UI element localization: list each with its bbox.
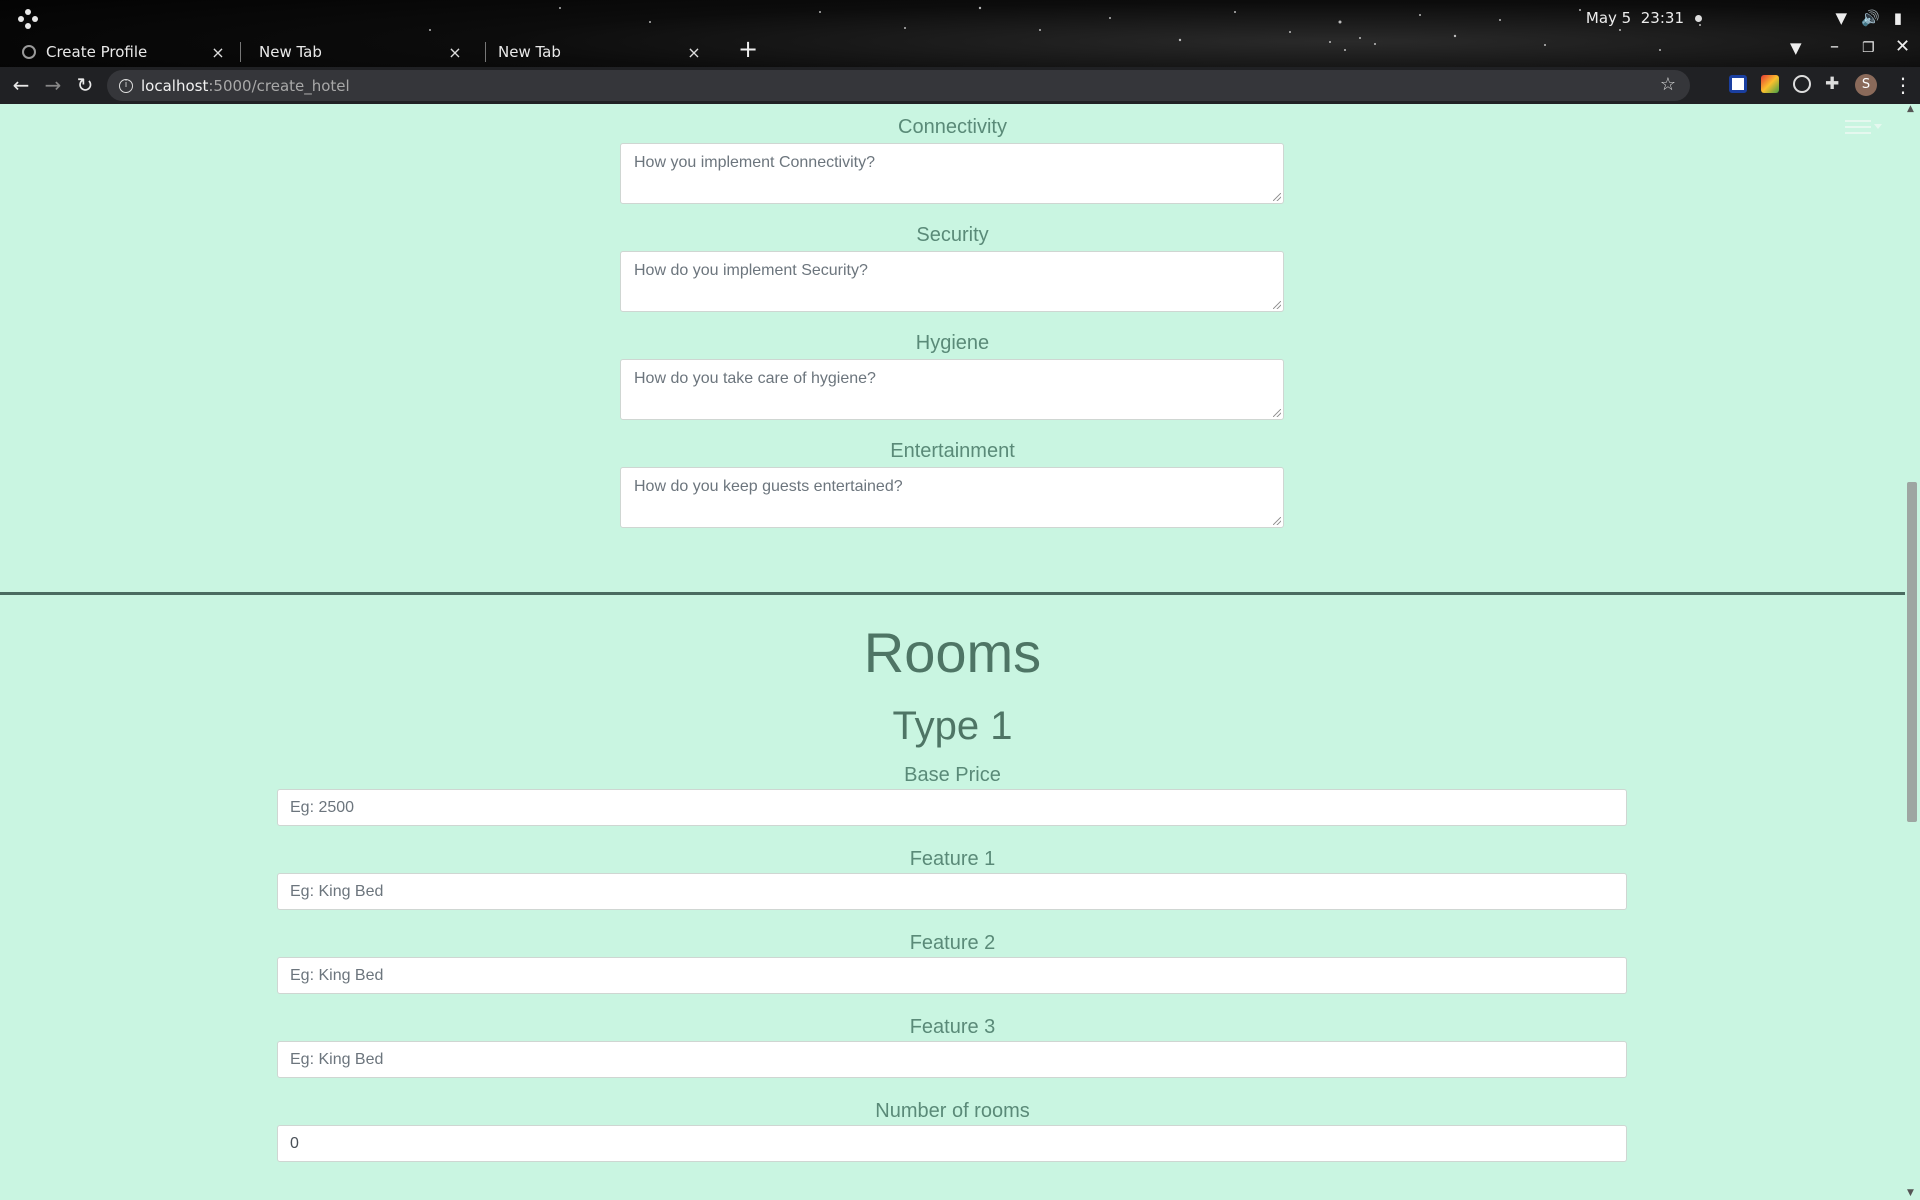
room-type-heading: Type 1 xyxy=(892,704,1013,748)
connectivity-placeholder: How you implement Connectivity? xyxy=(634,154,875,171)
notification-dot-icon xyxy=(1695,15,1702,22)
os-date: May 5 xyxy=(1585,9,1632,27)
extensions-puzzle-icon[interactable]: ✚ xyxy=(1825,75,1843,93)
tab-title: Create Profile xyxy=(46,43,148,61)
hygiene-placeholder: How do you take care of hygiene? xyxy=(634,370,876,387)
base-price-label: Base Price xyxy=(904,764,1001,786)
page-content: Connectivity How you implement Connectiv… xyxy=(0,104,1905,1200)
extension-3-icon[interactable] xyxy=(1793,75,1811,93)
feature-1-input[interactable]: Eg: King Bed xyxy=(277,873,1627,910)
forward-icon[interactable]: → xyxy=(40,73,66,97)
entertainment-label: Entertainment xyxy=(890,440,1015,462)
extension-2-icon[interactable] xyxy=(1761,75,1779,93)
battery-icon: ▮ xyxy=(1893,9,1902,27)
os-time: 23:31 xyxy=(1640,9,1684,27)
resize-handle-icon[interactable] xyxy=(1273,517,1281,525)
feature-2-input[interactable]: Eg: King Bed xyxy=(277,957,1627,994)
site-info-icon[interactable]: i xyxy=(119,78,133,93)
tab-new-tab-active[interactable]: New Tab × xyxy=(476,37,713,67)
tab-create-profile[interactable]: Create Profile × xyxy=(0,37,237,67)
os-menu-icon[interactable] xyxy=(18,9,38,29)
tab-title: New Tab xyxy=(259,43,322,61)
hygiene-label: Hygiene xyxy=(915,332,990,354)
resize-handle-icon[interactable] xyxy=(1273,193,1281,201)
tab-search-icon[interactable]: ▼ xyxy=(1790,39,1802,57)
scroll-up-arrow-icon[interactable]: ▲ xyxy=(1907,104,1914,114)
back-icon[interactable]: ← xyxy=(8,73,34,97)
hygiene-textarea[interactable]: How do you take care of hygiene? xyxy=(620,359,1284,420)
security-label: Security xyxy=(916,224,989,246)
connectivity-textarea[interactable]: How you implement Connectivity? xyxy=(620,143,1284,204)
feature-2-label: Feature 2 xyxy=(909,932,996,954)
rooms-heading: Rooms xyxy=(863,621,1042,684)
page-scrollbar-thumb[interactable] xyxy=(1907,482,1917,822)
system-tray[interactable]: ▼ 🔊 ▮ xyxy=(1836,9,1903,27)
connectivity-label: Connectivity xyxy=(898,116,1007,138)
section-divider xyxy=(0,592,1905,595)
address-bar[interactable]: i localhost:5000/create_hotel ☆ xyxy=(107,70,1690,101)
security-textarea[interactable]: How do you implement Security? xyxy=(620,251,1284,312)
browser-menu-icon[interactable]: ⋮ xyxy=(1893,73,1913,97)
entertainment-textarea[interactable]: How do you keep guests entertained? xyxy=(620,467,1284,528)
extension-1-icon[interactable] xyxy=(1729,75,1747,93)
entertainment-placeholder: How do you keep guests entertained? xyxy=(634,478,903,495)
tab-title: New Tab xyxy=(498,43,561,61)
profile-avatar[interactable]: S xyxy=(1855,74,1877,96)
os-clock[interactable]: May 5 23:31 xyxy=(1586,9,1684,27)
feature-1-label: Feature 1 xyxy=(909,848,996,870)
scroll-down-arrow-icon[interactable]: ▼ xyxy=(1907,1188,1914,1198)
resize-handle-icon[interactable] xyxy=(1273,301,1281,309)
close-window-icon[interactable]: ✕ xyxy=(1895,36,1910,57)
volume-icon: 🔊 xyxy=(1861,9,1880,27)
wifi-icon: ▼ xyxy=(1835,9,1848,27)
close-tab-icon[interactable]: × xyxy=(444,43,466,62)
browser-toolbar: ← → ↻ i localhost:5000/create_hotel ☆ ✚ … xyxy=(0,67,1920,104)
resize-handle-icon[interactable] xyxy=(1273,409,1281,417)
reload-icon[interactable]: ↻ xyxy=(72,73,98,97)
url-path: :5000/create_hotel xyxy=(208,76,350,95)
feature-3-label: Feature 3 xyxy=(909,1016,996,1038)
minimize-icon[interactable]: – xyxy=(1830,36,1839,57)
close-tab-icon[interactable]: × xyxy=(207,43,229,62)
close-tab-icon[interactable]: × xyxy=(683,43,705,62)
bookmark-star-icon[interactable]: ☆ xyxy=(1660,74,1676,95)
globe-icon xyxy=(22,45,36,59)
restore-icon[interactable]: ❐ xyxy=(1862,40,1875,56)
number-of-rooms-label: Number of rooms xyxy=(875,1100,1030,1122)
number-of-rooms-input[interactable]: 0 xyxy=(277,1125,1627,1162)
new-tab-button[interactable]: + xyxy=(738,35,758,63)
base-price-input[interactable]: Eg: 2500 xyxy=(277,789,1627,826)
feature-3-input[interactable]: Eg: King Bed xyxy=(277,1041,1627,1078)
url-host: localhost xyxy=(141,76,209,95)
security-placeholder: How do you implement Security? xyxy=(634,262,868,279)
tab-new-tab[interactable]: New Tab × xyxy=(237,37,474,67)
